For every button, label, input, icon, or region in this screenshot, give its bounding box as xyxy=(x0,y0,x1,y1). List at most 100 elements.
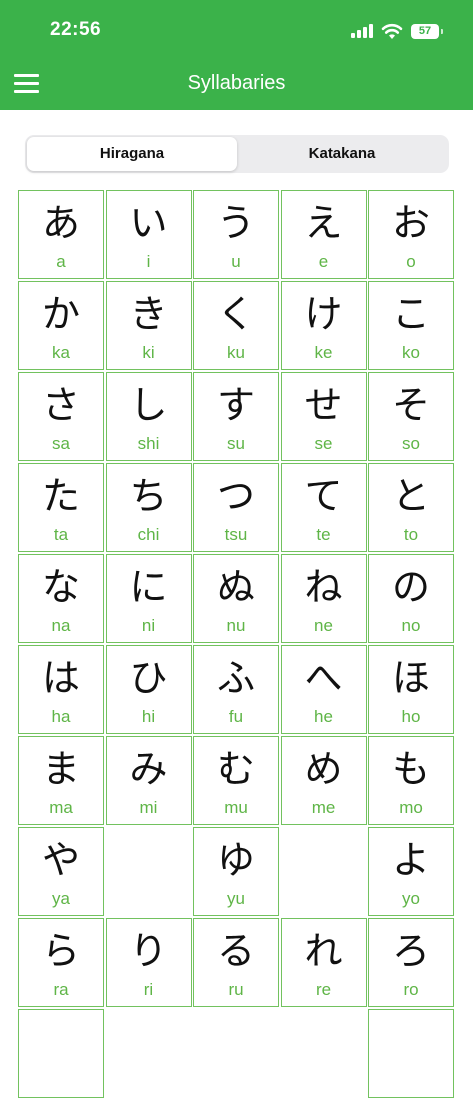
kana-character: え xyxy=(304,201,343,245)
kana-cell[interactable]: おo xyxy=(368,190,454,279)
kana-character: な xyxy=(41,565,80,609)
romaji-label: sa xyxy=(52,434,70,453)
romaji-label: no xyxy=(401,616,421,635)
kana-cell[interactable]: ら ra xyxy=(18,918,104,1007)
kana-character: に xyxy=(129,565,168,609)
kana-cell[interactable]: き ki xyxy=(105,281,192,370)
romaji-label: fu xyxy=(228,707,244,726)
kana-cell[interactable]: た ta xyxy=(18,463,104,552)
kana-character: き xyxy=(129,292,168,336)
tab-hiragana[interactable]: Hiragana xyxy=(27,137,237,171)
romaji-label: ma xyxy=(49,798,73,817)
tab-katakana[interactable]: Katakana xyxy=(237,137,447,171)
romaji-label: shi xyxy=(137,434,160,453)
kana-character: か xyxy=(41,292,80,336)
kana-character: の xyxy=(391,565,430,609)
kana-cell[interactable]: は ha xyxy=(18,645,104,734)
kana-cell[interactable] xyxy=(18,1009,104,1098)
page-title: Syllabaries xyxy=(187,72,286,94)
kana-cell-empty xyxy=(280,827,367,916)
kana-cell[interactable]: く ku xyxy=(193,281,279,370)
romaji-label: se xyxy=(314,434,333,453)
kana-cell[interactable]: め me xyxy=(280,736,367,825)
romaji-label: yu xyxy=(227,889,245,908)
kana-cell[interactable]: ね ne xyxy=(280,554,367,643)
kana-character: み xyxy=(129,747,168,791)
romaji-label: re xyxy=(315,980,332,999)
kana-character: ね xyxy=(304,565,343,609)
kana-cell-empty xyxy=(280,1009,367,1098)
kana-cell[interactable]: す su xyxy=(193,372,279,461)
kana-character: ら xyxy=(41,929,80,973)
kana-character: お xyxy=(391,201,430,245)
romaji-label: ri xyxy=(143,980,154,999)
kana-cell[interactable]: る ru xyxy=(193,918,279,1007)
kana-cell[interactable]: へ he xyxy=(280,645,367,734)
kana-cell[interactable] xyxy=(368,1009,454,1098)
kana-cell[interactable]: に ni xyxy=(105,554,192,643)
kana-character: け xyxy=(304,292,343,336)
kana-cell[interactable]: えe xyxy=(280,190,367,279)
kana-cell[interactable]: よ yo xyxy=(368,827,454,916)
kana-cell-empty xyxy=(105,827,192,916)
kana-cell[interactable]: み mi xyxy=(105,736,192,825)
kana-character: へ xyxy=(304,656,343,700)
kana-cell[interactable]: し shi xyxy=(105,372,192,461)
kana-character: ほ xyxy=(391,656,430,700)
cellular-signal-icon xyxy=(351,24,373,38)
kana-cell[interactable]: の no xyxy=(368,554,454,643)
romaji-label: a xyxy=(56,252,66,271)
kana-character: う xyxy=(216,201,255,245)
kana-character: す xyxy=(216,383,255,427)
battery-icon: 57 xyxy=(411,23,443,39)
kana-character: そ xyxy=(391,383,430,427)
kana-cell[interactable]: む mu xyxy=(193,736,279,825)
kana-cell[interactable]: け ke xyxy=(280,281,367,370)
kana-cell[interactable]: か ka xyxy=(18,281,104,370)
kana-character: る xyxy=(216,929,255,973)
kana-cell[interactable]: そ so xyxy=(368,372,454,461)
kana-cell[interactable]: ぬ nu xyxy=(193,554,279,643)
romaji-label: so xyxy=(402,434,420,453)
kana-character: と xyxy=(391,474,430,518)
kana-cell[interactable]: うu xyxy=(193,190,279,279)
kana-cell[interactable]: ゆ yu xyxy=(193,827,279,916)
kana-cell[interactable]: と to xyxy=(368,463,454,552)
kana-cell[interactable]: ち chi xyxy=(105,463,192,552)
kana-character: ふ xyxy=(216,656,255,700)
kana-character: ひ xyxy=(129,656,168,700)
romaji-label: o xyxy=(406,252,416,271)
kana-cell[interactable]: ふ fu xyxy=(193,645,279,734)
romaji-label: ku xyxy=(227,343,245,362)
kana-cell[interactable]: な na xyxy=(18,554,104,643)
romaji-label: chi xyxy=(137,525,160,544)
kana-character: く xyxy=(216,292,255,336)
kana-character: し xyxy=(129,383,168,427)
kana-character: た xyxy=(41,474,80,518)
kana-cell[interactable]: いi xyxy=(105,190,192,279)
kana-character: も xyxy=(391,747,430,791)
kana-cell[interactable]: ろ ro xyxy=(368,918,454,1007)
kana-cell[interactable]: や ya xyxy=(18,827,104,916)
kana-cell[interactable]: れ re xyxy=(280,918,367,1007)
kana-cell[interactable]: り ri xyxy=(105,918,192,1007)
kana-cell[interactable]: せ se xyxy=(280,372,367,461)
kana-cell[interactable]: も mo xyxy=(368,736,454,825)
kana-cell[interactable]: ほ ho xyxy=(368,645,454,734)
romaji-label: tsu xyxy=(224,525,248,544)
romaji-label: ki xyxy=(142,343,155,362)
kana-cell[interactable]: こ ko xyxy=(368,281,454,370)
kana-cell[interactable]: て te xyxy=(280,463,367,552)
kana-cell[interactable]: さ sa xyxy=(18,372,104,461)
kana-cell[interactable]: ひ hi xyxy=(105,645,192,734)
kana-cell[interactable]: つ tsu xyxy=(193,463,279,552)
romaji-label: ho xyxy=(401,707,421,726)
kana-cell[interactable]: ま ma xyxy=(18,736,104,825)
kana-cell[interactable]: あa xyxy=(18,190,104,279)
kana-character: ま xyxy=(41,747,80,791)
kana-character: め xyxy=(304,747,343,791)
romaji-label: mo xyxy=(399,798,423,817)
kana-character: さ xyxy=(41,383,80,427)
romaji-label: ne xyxy=(314,616,333,635)
kana-character: せ xyxy=(304,383,343,427)
